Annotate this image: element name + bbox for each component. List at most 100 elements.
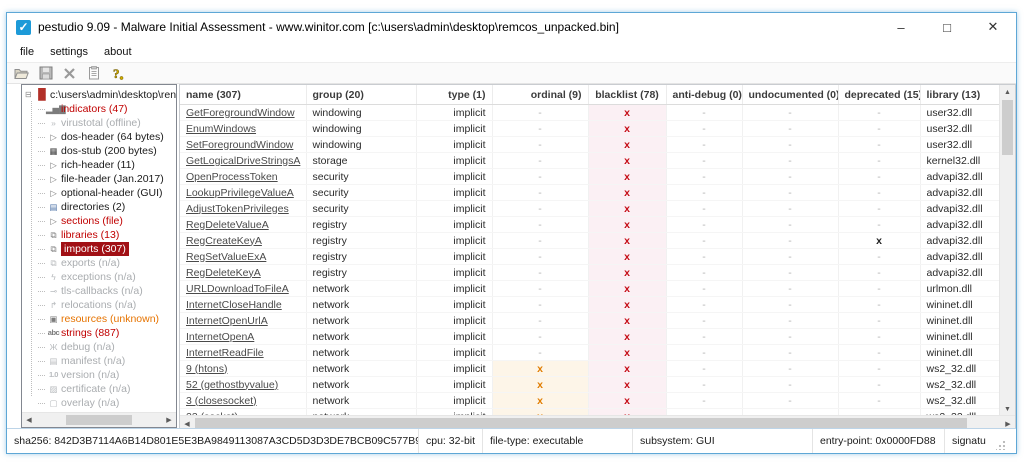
column-header-type[interactable]: type (1) [416, 85, 493, 105]
sidebar-item-imports[interactable]: ⧉ imports (307) [25, 242, 176, 256]
column-header-undocumented[interactable]: undocumented (0) [742, 85, 839, 105]
cell-name[interactable]: RegDeleteValueA [180, 216, 307, 233]
table-row[interactable]: RegDeleteKeyA registry implicit - x - - - advapi… [180, 264, 1000, 281]
table-row[interactable]: EnumWindows windowing implicit - x - - - user32.… [180, 120, 1000, 137]
column-header-anti_debug[interactable]: anti-debug (0) [666, 85, 743, 105]
cell-name[interactable]: InternetOpenA [180, 328, 307, 345]
table-row[interactable]: RegCreateKeyA registry implicit - x - - x advapi… [180, 232, 1000, 249]
sidebar-item-overlay[interactable]: ▢ overlay (n/a) [25, 396, 176, 410]
sidebar-item-optional-header[interactable]: ▷ optional-header (GUI) [25, 186, 176, 200]
cell-name[interactable]: InternetReadFile [180, 344, 307, 361]
report-button[interactable] [84, 65, 103, 82]
sidebar-item-debug[interactable]: Жdebug (n/a) [25, 340, 176, 354]
sidebar-item-file-header[interactable]: ▷ file-header (Jan.2017) [25, 172, 176, 186]
table-row[interactable]: GetLogicalDriveStringsA storage implicit - x… [180, 152, 1000, 169]
table-row[interactable]: InternetReadFile network implicit - x - - - wini… [180, 344, 1000, 361]
cell-name[interactable]: 9 (htons) [180, 360, 307, 377]
cell-deprecated: - [838, 360, 921, 377]
column-header-name[interactable]: name (307) [180, 85, 307, 105]
sidebar-item-strings[interactable]: abc strings (887) [25, 326, 176, 340]
cell-name[interactable]: AdjustTokenPrivileges [180, 200, 307, 217]
column-header-group[interactable]: group (20) [306, 85, 417, 105]
sidebar-item-resources[interactable]: ▣ resources (unknown) [25, 312, 176, 326]
table-row[interactable]: InternetOpenA network implicit - x - - - wininet… [180, 328, 1000, 345]
column-header-blacklist[interactable]: blacklist (78) [588, 85, 667, 105]
table-horizontal-scrollbar[interactable]: ◀ ▶ [180, 415, 1015, 428]
cell-name[interactable]: 3 (closesocket) [180, 392, 307, 409]
tree-horizontal-scrollbar[interactable]: ◀ ▶ [22, 412, 176, 427]
sidebar-item-exceptions[interactable]: ϟ exceptions (n/a) [25, 270, 176, 284]
save-button[interactable] [36, 65, 55, 82]
table-row[interactable]: LookupPrivilegeValueA security implicit - x -… [180, 184, 1000, 201]
table-vertical-scrollbar[interactable]: ▲ ▼ [999, 85, 1015, 416]
open-file-button[interactable] [12, 65, 31, 82]
table-row[interactable]: InternetOpenUrlA network implicit - x - - - wini… [180, 312, 1000, 329]
column-header-ordinal[interactable]: ordinal (9) [492, 85, 589, 105]
maximize-button[interactable]: □ [924, 13, 970, 41]
cell-name[interactable]: RegSetValueExA [180, 248, 307, 265]
tree-root-file[interactable]: ⊟ ▉ c:\users\admin\desktop\ren [25, 88, 176, 102]
resize-grip[interactable] [996, 440, 1006, 450]
cell-name[interactable]: SetForegroundWindow [180, 136, 307, 153]
sidebar-item-relocations[interactable]: ↱ relocations (n/a) [25, 298, 176, 312]
column-header-deprecated[interactable]: deprecated (15) [838, 85, 921, 105]
scroll-thumb[interactable] [1002, 100, 1013, 155]
scroll-left-arrow[interactable]: ◀ [180, 416, 194, 428]
status-subsystem: subsystem: GUI [633, 429, 813, 453]
sidebar-item-directories[interactable]: ▤ directories (2) [25, 200, 176, 214]
table-row[interactable]: 9 (htons) network implicit x x - - - ws2_32.dll [180, 360, 1000, 377]
sidebar-item-version[interactable]: 1.0 version (n/a) [25, 368, 176, 382]
sidebar-item-tls-callbacks[interactable]: ⊸ tls-callbacks (n/a) [25, 284, 176, 298]
sidebar-item-label: indicators (47) [61, 103, 128, 115]
scroll-up-arrow[interactable]: ▲ [1000, 85, 1015, 99]
sidebar-item-rich-header[interactable]: ▷ rich-header (11) [25, 158, 176, 172]
menu-item-file[interactable]: file [12, 46, 42, 58]
cell-name[interactable]: OpenProcessToken [180, 168, 307, 185]
scroll-thumb[interactable] [195, 418, 967, 428]
table-row[interactable]: OpenProcessToken security implicit - x - - - adv… [180, 168, 1000, 185]
cell-name[interactable]: GetForegroundWindow [180, 104, 307, 121]
sidebar-item-certificate[interactable]: ▨ certificate (n/a) [25, 382, 176, 396]
cell-name[interactable]: EnumWindows [180, 120, 307, 137]
table-row[interactable]: 52 (gethostbyvalue) network implicit x x - - - w… [180, 376, 1000, 393]
minimize-button[interactable]: – [878, 13, 924, 41]
cell-name[interactable]: GetLogicalDriveStringsA [180, 152, 307, 169]
sidebar-item-indicators[interactable]: ▂▅▇ indicators (47) [25, 102, 176, 116]
scroll-down-arrow[interactable]: ▼ [1000, 402, 1015, 416]
cell-name[interactable]: RegDeleteKeyA [180, 264, 307, 281]
collapse-icon[interactable]: ⊟ [25, 88, 35, 102]
scroll-left-arrow[interactable]: ◀ [22, 413, 36, 427]
sidebar-item-exports[interactable]: ⧉ exports (n/a) [25, 256, 176, 270]
help-button[interactable]: ? [108, 65, 127, 82]
sidebar-item-virustotal[interactable]: » virustotal (offline) [25, 116, 176, 130]
table-row[interactable]: AdjustTokenPrivileges security implicit - x -… [180, 200, 1000, 217]
sidebar-item-dos-header[interactable]: ▷ dos-header (64 bytes) [25, 130, 176, 144]
sidebar-item-sections[interactable]: ▷ sections (file) [25, 214, 176, 228]
scroll-right-arrow[interactable]: ▶ [162, 413, 176, 427]
cell-name[interactable]: RegCreateKeyA [180, 232, 307, 249]
sidebar-item-libraries[interactable]: ⧉ libraries (13) [25, 228, 176, 242]
cell-name[interactable]: InternetOpenUrlA [180, 312, 307, 329]
table-row[interactable]: RegDeleteValueA registry implicit - x - - - adva… [180, 216, 1000, 233]
scroll-right-arrow[interactable]: ▶ [1001, 416, 1015, 428]
close-button[interactable]: ✕ [970, 13, 1016, 41]
cell-name[interactable]: 52 (gethostbyvalue) [180, 376, 307, 393]
menu-item-settings[interactable]: settings [42, 46, 96, 58]
menu-item-about[interactable]: about [96, 46, 140, 58]
column-header-library[interactable]: library (13) [920, 85, 1000, 105]
table-row[interactable]: GetForegroundWindow windowing implicit - x - -… [180, 104, 1000, 121]
cell-name[interactable]: URLDownloadToFileA [180, 280, 307, 297]
cell-name[interactable]: InternetCloseHandle [180, 296, 307, 313]
table-row[interactable]: SetForegroundWindow windowing implicit - x - -… [180, 136, 1000, 153]
table-row[interactable]: InternetCloseHandle network implicit - x - - - w… [180, 296, 1000, 313]
table-row[interactable]: 3 (closesocket) network implicit x x - - - ws2_3… [180, 392, 1000, 409]
cell-name[interactable]: LookupPrivilegeValueA [180, 184, 307, 201]
sidebar-item-manifest[interactable]: ▤ manifest (n/a) [25, 354, 176, 368]
table-row[interactable]: RegSetValueExA registry implicit - x - - - advap… [180, 248, 1000, 265]
cell-type: implicit [416, 104, 493, 121]
table-row[interactable]: URLDownloadToFileA network implicit - x - - - ur… [180, 280, 1000, 297]
scroll-thumb[interactable] [66, 415, 132, 425]
close-file-button[interactable] [60, 65, 79, 82]
app-window: ✓ pestudio 9.09 - Malware Initial Assess… [6, 12, 1017, 454]
sidebar-item-dos-stub[interactable]: ▦ dos-stub (200 bytes) [25, 144, 176, 158]
